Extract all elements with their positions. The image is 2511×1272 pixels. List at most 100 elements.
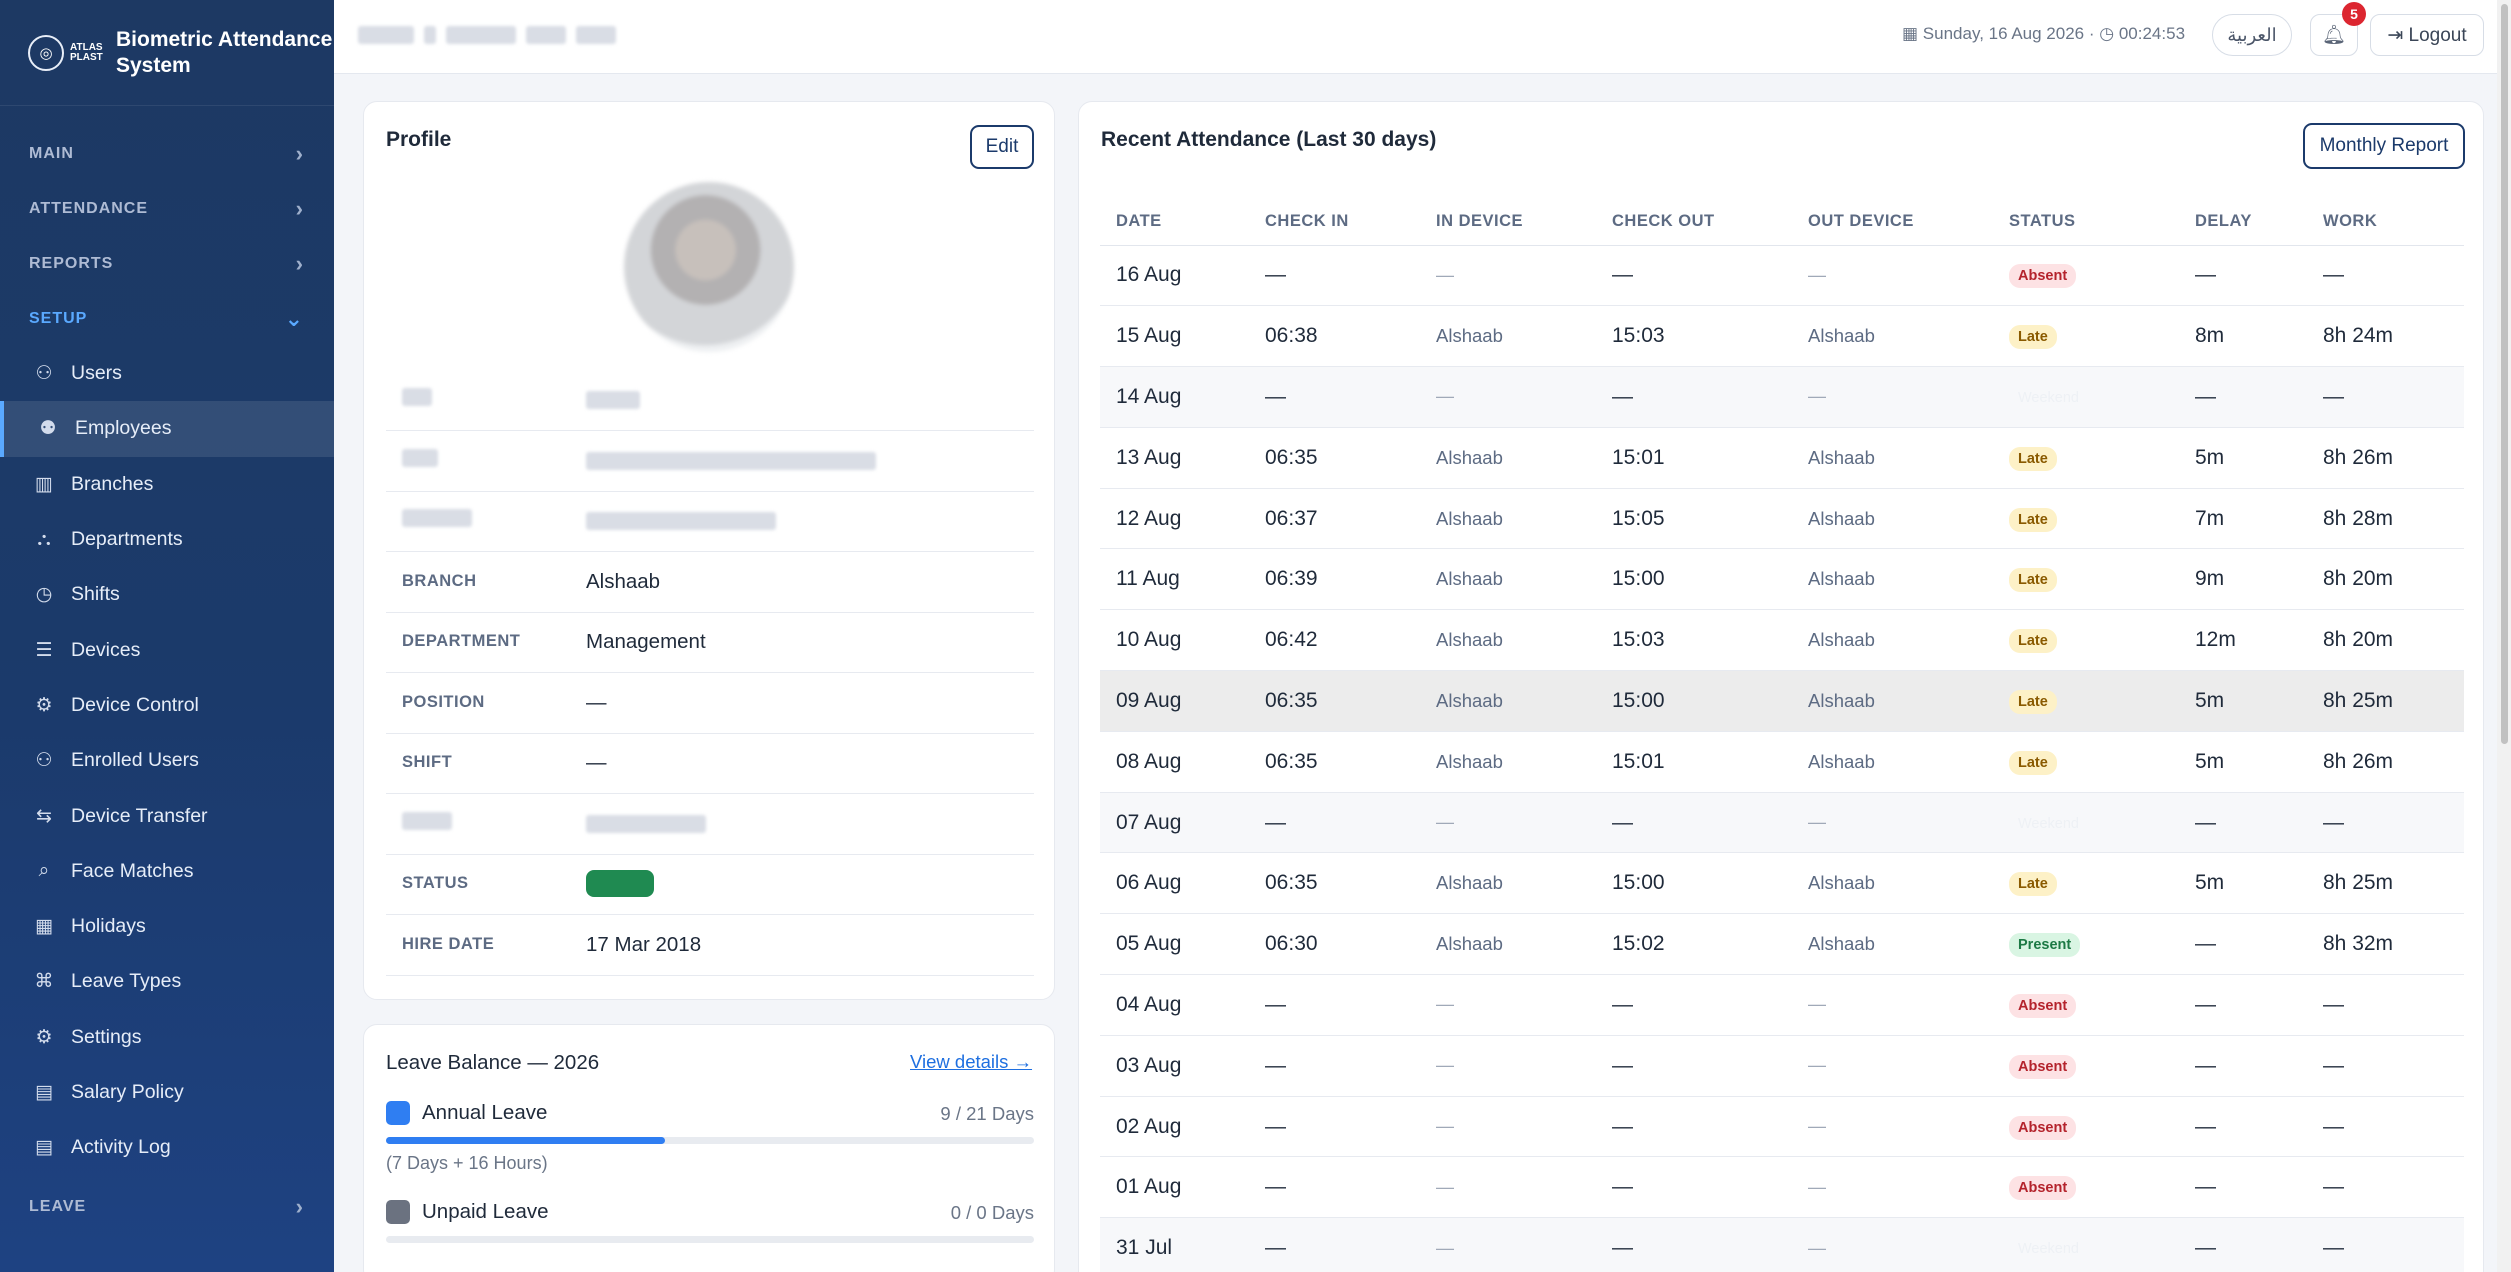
cell-date: 01 Aug <box>1100 1156 1249 1219</box>
sidebar-item-devices[interactable]: ☰ Devices <box>0 622 334 677</box>
table-row[interactable]: 11 Aug 06:39 Alshaab 15:00 Alshaab Late 9m 8h 2… <box>1100 548 2464 611</box>
table-row[interactable]: 15 Aug 06:38 Alshaab 15:03 Alshaab Late 8m 8h 2… <box>1100 305 2464 368</box>
sidebar-item-users[interactable]: ⚇ Users <box>0 346 334 401</box>
cell-in-dev: — <box>1420 1217 1596 1272</box>
edit-profile-button[interactable]: Edit <box>970 125 1034 169</box>
table-row[interactable]: 16 Aug — — — — Absent — — <box>1100 245 2464 307</box>
cell-date: 14 Aug <box>1100 366 1249 428</box>
cell-date: 12 Aug <box>1100 488 1249 550</box>
sidebar-item-branches[interactable]: ▥ Branches <box>0 457 334 512</box>
sidebar-item-shifts[interactable]: ◷ Shifts <box>0 567 334 622</box>
table-row[interactable]: 08 Aug 06:35 Alshaab 15:01 Alshaab Late 5m 8h 2… <box>1100 731 2464 793</box>
cell-out-dev: — <box>1792 1156 1993 1219</box>
sidebar-item-label: Holidays <box>71 915 146 938</box>
cell-in: 06:37 <box>1249 488 1420 550</box>
sidebar-item-employees[interactable]: ⚉ Employees <box>0 401 334 457</box>
current-date: Sunday, 16 Aug 2026 <box>1922 24 2085 43</box>
sidebar-item-label: Employees <box>75 417 172 440</box>
shift-value: — <box>586 750 607 774</box>
sidebar-item-activity-log[interactable]: ▤ Activity Log <box>0 1120 334 1175</box>
table-row[interactable]: 14 Aug — — — — Weekend — — <box>1100 366 2464 428</box>
sidebar-item-leave-types[interactable]: ⌘ Leave Types <box>0 954 334 1009</box>
nav-section-attendance[interactable]: ATTENDANCE › <box>0 181 334 236</box>
cell-delay: 5m <box>2179 427 2307 489</box>
cell-work: 8h 32m <box>2307 913 2464 976</box>
table-row[interactable]: 07 Aug — — — — Weekend — — <box>1100 792 2464 854</box>
sidebar-item-label: Device Control <box>71 693 199 716</box>
language-toggle-button[interactable]: العربية <box>2212 14 2292 56</box>
cell-out-dev: Alshaab <box>1792 305 1993 368</box>
cell-date: 10 Aug <box>1100 609 1249 672</box>
cell-out: 15:00 <box>1596 670 1792 732</box>
cell-status: Absent <box>1993 1096 2179 1158</box>
table-row[interactable]: 06 Aug 06:35 Alshaab 15:00 Alshaab Late 5m 8h 2… <box>1100 852 2464 915</box>
globe-logo-icon: ◎ <box>28 34 64 71</box>
cell-out: 15:01 <box>1596 731 1792 793</box>
sidebar-item-label: Leave Types <box>71 970 182 993</box>
cell-out-dev: Alshaab <box>1792 609 1993 672</box>
sidebar-item-face-matches[interactable]: ⌕ Face Matches <box>0 844 334 899</box>
cell-delay: 5m <box>2179 852 2307 915</box>
sidebar-item-label: Salary Policy <box>71 1081 184 1103</box>
column-header: IN DEVICE <box>1420 198 1596 246</box>
nav-section-setup[interactable]: SETUP ⌄ <box>0 291 334 346</box>
cell-date: 03 Aug <box>1100 1035 1249 1097</box>
cell-work: 8h 25m <box>2307 670 2464 732</box>
table-row[interactable]: 31 Jul — — — — Weekend — — <box>1100 1217 2464 1272</box>
cell-status: Late <box>1993 670 2179 732</box>
chevron-right-icon: › <box>295 250 304 276</box>
table-row[interactable]: 01 Aug — — — — Absent — — <box>1100 1156 2464 1219</box>
status-badge: Late <box>2009 750 2057 775</box>
sidebar-item-departments[interactable]: ⛬ Departments <box>0 512 334 567</box>
cell-delay: 5m <box>2179 731 2307 793</box>
cell-delay: 5m <box>2179 670 2307 732</box>
table-row[interactable]: 09 Aug 06:35 Alshaab 15:00 Alshaab Late 5m 8h 2… <box>1100 670 2464 732</box>
cell-in-dev: Alshaab <box>1420 913 1596 976</box>
logout-icon: ⇥ <box>2387 24 2404 46</box>
cell-out-dev: Alshaab <box>1792 488 1993 550</box>
table-row[interactable]: 04 Aug — — — — Absent — — <box>1100 974 2464 1036</box>
cell-date: 31 Jul <box>1100 1217 1249 1272</box>
transfer-icon: ⇆ <box>36 805 52 827</box>
sidebar-item-device-control[interactable]: ⚙ Device Control <box>0 678 334 733</box>
cell-out-dev: — <box>1792 1096 1993 1158</box>
cell-work: 8h 20m <box>2307 548 2464 611</box>
current-time: 00:24:53 <box>2118 24 2186 43</box>
building-icon: ▥ <box>35 473 53 495</box>
cell-out: 15:00 <box>1596 852 1792 915</box>
view-details-link[interactable]: View details → <box>910 1051 1032 1073</box>
nav-section-main[interactable]: MAIN › <box>0 126 334 181</box>
nav-section-leave[interactable]: LEAVE › <box>0 1179 334 1234</box>
chevron-right-icon: › <box>295 140 304 166</box>
sidebar-item-device-transfer[interactable]: ⇆ Device Transfer <box>0 788 334 843</box>
sidebar-item-holidays[interactable]: ▦ Holidays <box>0 899 334 954</box>
sidebar-item-settings[interactable]: ⚙ Settings <box>0 1010 334 1065</box>
profile-row-redacted <box>386 431 1034 492</box>
cell-work: — <box>2307 1217 2464 1272</box>
cell-status: Absent <box>1993 1035 2179 1097</box>
chevron-right-icon: › <box>295 1193 304 1219</box>
cell-out: — <box>1596 1096 1792 1158</box>
logout-button[interactable]: ⇥ Logout <box>2370 14 2484 56</box>
sidebar-item-enrolled-users[interactable]: ⚇ Enrolled Users <box>0 733 334 788</box>
table-row[interactable]: 12 Aug 06:37 Alshaab 15:05 Alshaab Late 7m 8h 2… <box>1100 488 2464 550</box>
table-row[interactable]: 10 Aug 06:42 Alshaab 15:03 Alshaab Late 12m 8h … <box>1100 609 2464 672</box>
scrollbar-thumb[interactable] <box>2501 4 2508 744</box>
table-row[interactable]: 03 Aug — — — — Absent — — <box>1100 1035 2464 1097</box>
cell-in-dev: — <box>1420 974 1596 1036</box>
brand-header[interactable]: ◎ ATLAS PLAST Biometric Attendance Syste… <box>0 0 334 106</box>
sidebar-item-label: Device Transfer <box>71 804 208 827</box>
cell-in: 06:30 <box>1249 913 1420 976</box>
cell-out-dev: — <box>1792 366 1993 428</box>
sidebar-item-salary-policy[interactable]: ▤ Salary Policy <box>0 1065 334 1120</box>
cell-delay: 7m <box>2179 488 2307 550</box>
status-badge: Weekend <box>2018 1241 2079 1258</box>
monthly-report-button[interactable]: Monthly Report <box>2303 123 2465 169</box>
table-row[interactable]: 02 Aug — — — — Absent — — <box>1100 1096 2464 1158</box>
table-row[interactable]: 13 Aug 06:35 Alshaab 15:01 Alshaab Late 5m 8h 2… <box>1100 427 2464 489</box>
status-badge: Present <box>2009 933 2081 958</box>
cell-out: — <box>1596 1035 1792 1097</box>
cell-out-dev: Alshaab <box>1792 852 1993 915</box>
table-row[interactable]: 05 Aug 06:30 Alshaab 15:02 Alshaab Present —8h… <box>1100 913 2464 976</box>
nav-section-reports[interactable]: REPORTS › <box>0 236 334 291</box>
